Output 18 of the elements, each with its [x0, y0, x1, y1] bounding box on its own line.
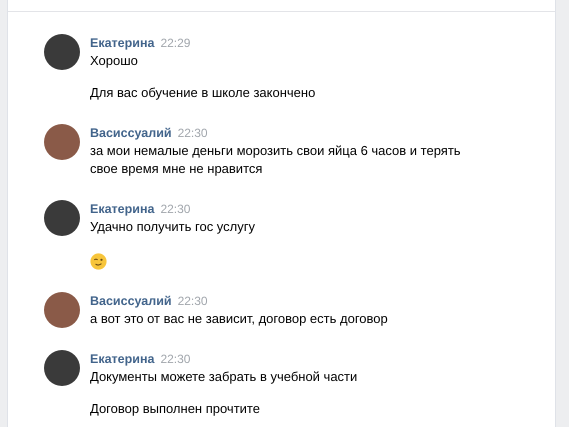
- avatar[interactable]: [44, 124, 80, 160]
- author-name[interactable]: Васиссуалий: [90, 124, 172, 142]
- author-name[interactable]: Екатерина: [90, 200, 154, 218]
- winking-emoji-icon: [90, 253, 107, 270]
- author-name[interactable]: Васиссуалий: [90, 292, 172, 310]
- avatar[interactable]: [44, 350, 80, 386]
- avatar[interactable]: [44, 200, 80, 236]
- avatar[interactable]: [44, 292, 80, 328]
- message-text: а вот это от вас не зависит, договор есть договор: [90, 310, 388, 328]
- author-name[interactable]: Екатерина: [90, 34, 154, 52]
- message-text: Удачно получить гос услугу: [90, 218, 255, 236]
- message-text: Документы можете забрать в учебной части: [90, 368, 358, 386]
- message-text: Хорошо: [90, 52, 139, 70]
- avatar[interactable]: [44, 34, 80, 70]
- author-name[interactable]: Екатерина: [90, 350, 154, 368]
- message-text: Для вас обучение в школе закончено: [90, 84, 316, 102]
- message-text: за мои немалые деньги морозить свои яйца 6 часов и терять свое время мне не нравится: [90, 142, 462, 178]
- message-text: Договор выполнен прочтите: [90, 400, 261, 418]
